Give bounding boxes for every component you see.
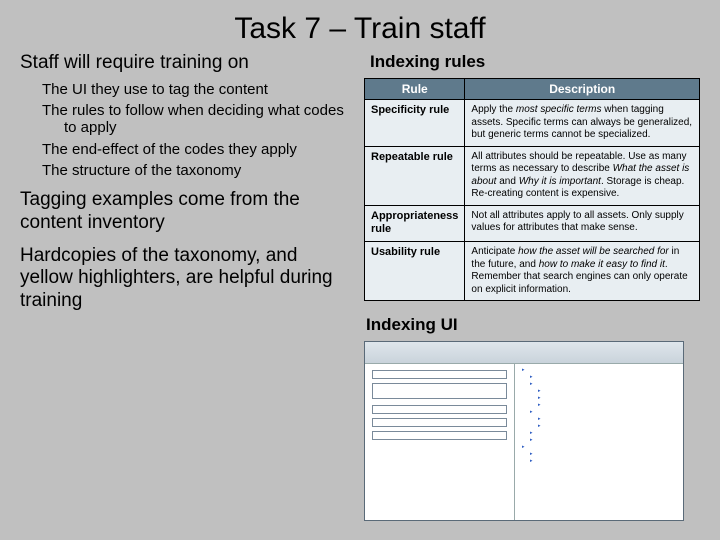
rule-name: Repeatable rule [365, 146, 465, 205]
rule-desc: Apply the most specific terms when taggi… [465, 100, 700, 147]
left-heading-training: Staff will require training on [20, 52, 350, 75]
indexing-ui-screenshot: ▸ ▸ ▸ ▸ ▸ ▸ ▸ ▸ ▸ ▸ ▸ ▸ ▸ ▸ [364, 341, 684, 521]
table-row: Appropriateness rule Not all attributes … [365, 205, 700, 242]
table-header-rule: Rule [365, 79, 465, 100]
slide-title: Task 7 – Train staff [20, 12, 700, 46]
table-row: Repeatable rule All attributes should be… [365, 146, 700, 205]
table-row: Usability rule Anticipate how the asset … [365, 242, 700, 301]
rule-name: Specificity rule [365, 100, 465, 147]
left-column: Staff will require training on The UI th… [20, 52, 350, 521]
table-section-title: Indexing rules [364, 52, 700, 72]
left-heading-hardcopies: Hardcopies of the taxonomy, and yellow h… [20, 245, 350, 313]
left-bullet: The end-effect of the codes they apply [42, 141, 350, 158]
ui-titlebar [365, 342, 683, 364]
ui-tree-pane: ▸ ▸ ▸ ▸ ▸ ▸ ▸ ▸ ▸ ▸ ▸ ▸ ▸ ▸ [515, 364, 683, 520]
ui-left-pane [365, 364, 515, 520]
left-bullet: The structure of the taxonomy [42, 162, 350, 179]
rule-desc: All attributes should be repeatable. Use… [465, 146, 700, 205]
left-bullet: The rules to follow when deciding what c… [42, 102, 350, 137]
table-header-description: Description [465, 79, 700, 100]
ui-section-title: Indexing UI [366, 315, 700, 335]
table-row: Specificity rule Apply the most specific… [365, 100, 700, 147]
left-heading-examples: Tagging examples come from the content i… [20, 189, 350, 235]
rule-name: Appropriateness rule [365, 205, 465, 242]
rule-name: Usability rule [365, 242, 465, 301]
indexing-rules-table: Rule Description Specificity rule Apply … [364, 78, 700, 301]
left-bullet: The UI they use to tag the content [42, 81, 350, 98]
rule-desc: Anticipate how the asset will be searche… [465, 242, 700, 301]
rule-desc: Not all attributes apply to all assets. … [465, 205, 700, 242]
right-column: Indexing rules Rule Description Specific… [364, 52, 700, 521]
